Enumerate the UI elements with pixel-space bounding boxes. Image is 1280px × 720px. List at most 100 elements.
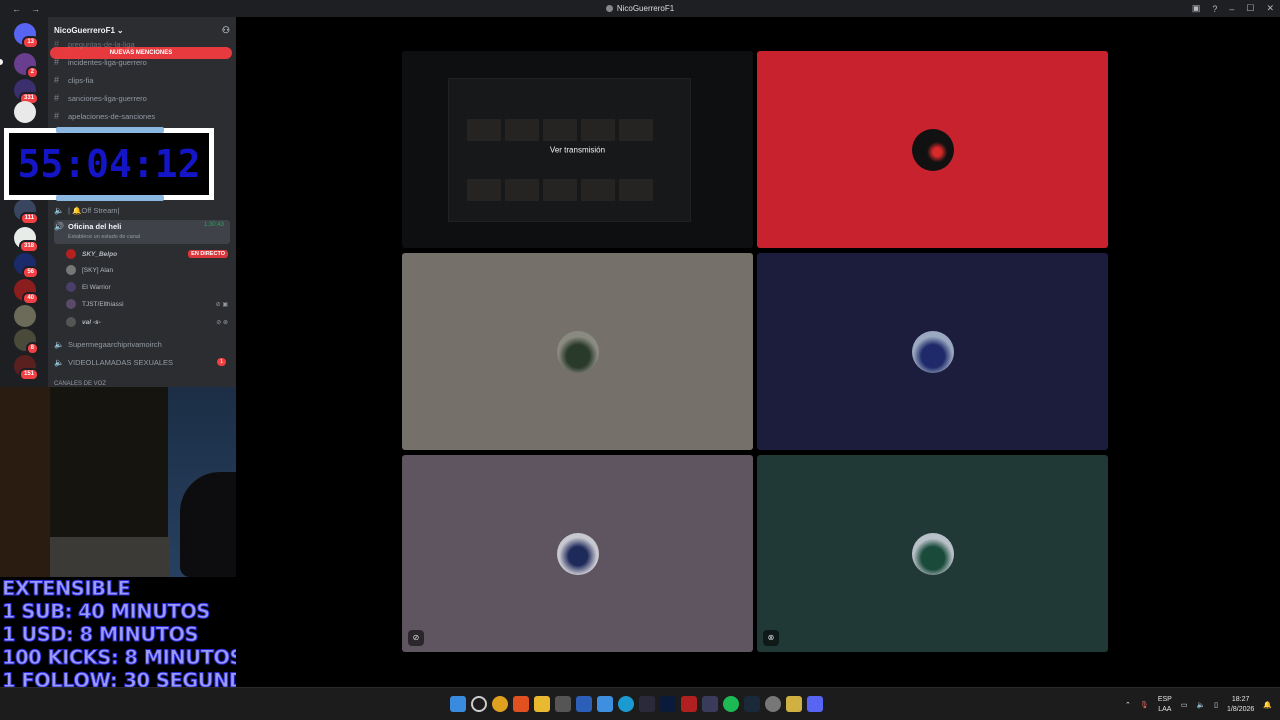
minimize-button[interactable]: – [1229, 4, 1234, 14]
server-icon[interactable] [14, 101, 36, 123]
notifications-icon[interactable]: 🔔 [1263, 701, 1272, 709]
forward-button[interactable]: → [31, 4, 40, 14]
hash-icon: # [54, 39, 60, 49]
channel-label: | 🔔Off Stream| [68, 205, 120, 215]
windows-taskbar: ⌃ 🎙 ESP LAA ▭ 🔈 ▯ 18:27 1/8/2026 🔔 [0, 687, 1280, 720]
home-icon[interactable]: 13 [14, 23, 39, 49]
server-icon[interactable]: 151 [14, 355, 39, 381]
notes-icon[interactable] [786, 696, 802, 712]
edge-icon[interactable] [618, 696, 634, 712]
server-badge: 8 [25, 342, 39, 355]
title-bar: ← → NicoGuerreroF1 ▣ ? – ☐ ✕ [0, 0, 1280, 17]
folder-icon[interactable] [534, 696, 550, 712]
maximize-button[interactable]: ☐ [1246, 3, 1254, 14]
user-name: TJST/Elthiassi [82, 300, 124, 308]
channel-label: sanciones-liga-guerrero [68, 93, 147, 103]
voice-channel-off-stream[interactable]: 🔈 | 🔔Off Stream| [54, 203, 230, 217]
app-icon[interactable] [765, 696, 781, 712]
server-rail: 13 2 331 111 318 56 40 8 151 [0, 17, 48, 387]
close-button[interactable]: ✕ [1266, 3, 1274, 14]
server-icon[interactable]: 56 [14, 253, 39, 279]
start-icon[interactable] [450, 696, 466, 712]
channel-item[interactable]: # clips-fia [54, 73, 230, 87]
back-button[interactable]: ← [12, 4, 21, 14]
participant-tile[interactable]: ⊗ [757, 455, 1108, 652]
app-icon[interactable] [681, 696, 697, 712]
avatar [911, 532, 954, 575]
window-controls: ▣ ? – ☐ ✕ [1192, 0, 1274, 17]
hash-icon: # [54, 111, 60, 121]
watch-stream-button[interactable]: Ver transmisión [542, 141, 613, 158]
call-stage: Ver transmisión ⊘ ⊗ [236, 17, 1280, 687]
language-indicator[interactable]: ESP LAA [1158, 695, 1172, 715]
steam-icon[interactable] [744, 696, 760, 712]
channel-item[interactable]: # incidentes-liga-guerrero [54, 55, 230, 69]
hash-icon: # [54, 57, 60, 67]
participant-tile[interactable] [757, 253, 1108, 450]
battery-icon[interactable]: ▯ [1214, 701, 1218, 709]
photoshop-icon[interactable] [660, 696, 676, 712]
app-icon[interactable] [597, 696, 613, 712]
participant-tile[interactable]: ⊘ [402, 455, 753, 652]
app-icon[interactable] [555, 696, 571, 712]
server-badge: 56 [22, 266, 39, 279]
server-badge: 318 [18, 240, 39, 253]
channel-timer: 1:30:43 [203, 222, 224, 228]
voice-channel-active[interactable]: 🔊 Oficina del heli 1:30:43 Establece un … [54, 220, 230, 244]
voice-user[interactable]: SKY_Belpo EN DIRECTO [66, 247, 228, 261]
invite-icon[interactable]: ⚇ [222, 25, 230, 36]
server-icon[interactable] [14, 305, 36, 327]
webcam-desk [50, 537, 170, 577]
overlay-line: EXTENSIBLE [1, 577, 131, 601]
discord-window: { "window": { "title": "NicoGuerreroF1",… [0, 0, 1280, 720]
participant-tile[interactable] [402, 253, 753, 450]
volume-icon[interactable]: 🔈 [1196, 701, 1205, 709]
word-icon[interactable] [576, 696, 592, 712]
participant-tile[interactable] [757, 51, 1108, 248]
app-icon[interactable] [702, 696, 718, 712]
channel-item[interactable]: # preguntas-de-la-liga [54, 37, 230, 51]
chevron-down-icon: ⌄ [116, 25, 124, 35]
server-icon[interactable]: 40 [14, 279, 39, 305]
voice-channel[interactable]: 🔈 VIDEOLLAMADAS SEXUALES 1 [54, 355, 230, 369]
speaker-icon: 🔈 [54, 339, 64, 349]
voice-user[interactable]: val -s- ⊘ ⊗ [66, 315, 228, 329]
server-icon[interactable]: 2 [14, 53, 39, 79]
voice-user[interactable]: [SKY] Alan [66, 263, 228, 277]
help-icon[interactable]: ? [1212, 4, 1217, 14]
inbox-icon[interactable]: ▣ [1192, 3, 1201, 14]
voice-user[interactable]: TJST/Elthiassi ⊘ ▣ [66, 297, 228, 311]
channel-status[interactable]: Establece un estado de canal [68, 234, 140, 240]
subathon-info-overlay: EXTENSIBLE 1 SUB: 40 MINUTOS 1 USD: 8 MI… [0, 577, 275, 693]
chevron-up-icon[interactable]: ⌃ [1125, 701, 1131, 709]
channel-item[interactable]: # sanciones-liga-guerrero [54, 91, 230, 105]
user-name: El Warrior [82, 283, 111, 291]
server-icon[interactable]: 331 [14, 79, 39, 105]
muted-deafened-icon: ⊘ ⊗ [216, 319, 228, 326]
stream-tile[interactable]: Ver transmisión [402, 51, 753, 248]
channel-item[interactable]: # apelaciones-de-sanciones [54, 109, 230, 123]
category-header[interactable]: CANALES DE VOZ [54, 377, 230, 387]
server-icon[interactable]: 318 [14, 227, 39, 253]
chrome-icon[interactable] [492, 696, 508, 712]
user-name: SKY_Belpo [82, 250, 118, 258]
search-icon[interactable] [471, 696, 487, 712]
server-icon[interactable]: 111 [14, 199, 39, 225]
avatar [911, 330, 954, 373]
server-icon[interactable]: 8 [14, 329, 39, 355]
app-icon[interactable] [639, 696, 655, 712]
speaker-icon: 🔊 [54, 222, 64, 231]
spotify-icon[interactable] [723, 696, 739, 712]
discord-icon[interactable] [807, 696, 823, 712]
avatar [556, 330, 599, 373]
unread-badge: 1 [216, 358, 226, 366]
hash-icon: # [54, 75, 60, 85]
voice-user[interactable]: El Warrior [66, 280, 228, 294]
microphone-icon[interactable]: 🎙 [1140, 701, 1149, 709]
unread-pill [0, 59, 3, 65]
clock[interactable]: 18:27 1/8/2026 [1227, 695, 1254, 715]
network-icon[interactable]: ▭ [1181, 701, 1188, 709]
taskbar-apps [450, 696, 823, 712]
voice-channel[interactable]: 🔈 Supermegaarchiprivamoirch [54, 337, 230, 351]
brave-icon[interactable] [513, 696, 529, 712]
